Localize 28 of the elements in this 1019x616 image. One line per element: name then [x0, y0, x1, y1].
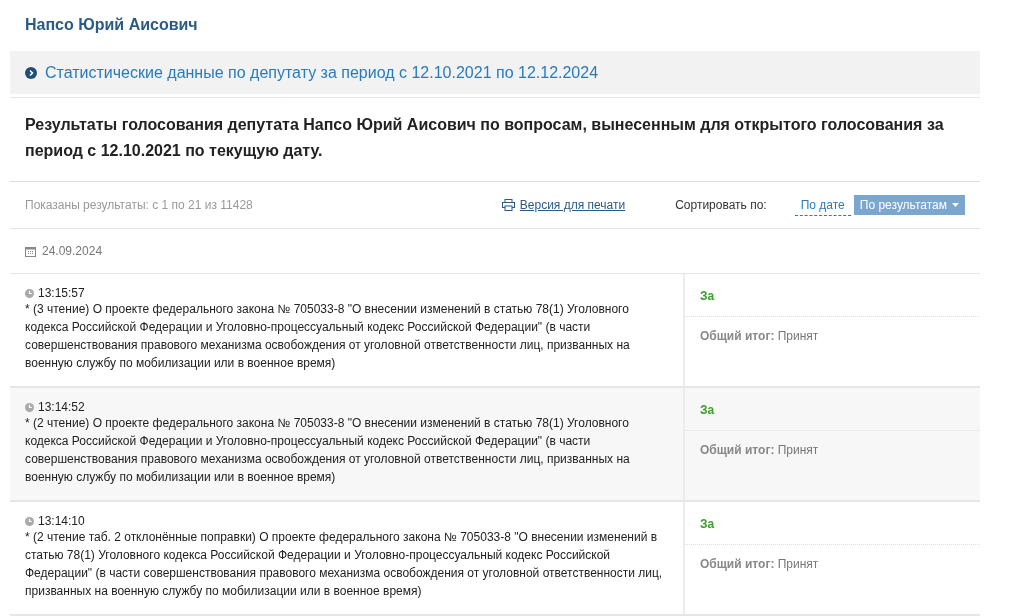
- printer-icon: [501, 199, 515, 211]
- bill-description: * (3 чтение) О проекте федерального закона № 705033-8 "О внесении изменений в статью 78(1) Уголовного кодекса Российской Федерации и Уголовно-процессуальный кодекс Российской Федерации" (в части совершенствования правового механизма освобождения от уголовной ответственности лиц, призванных на военную службу по мобилизации или в военное время): [25, 301, 631, 372]
- vote-time: 13:14:52: [38, 400, 85, 414]
- calendar-icon: [25, 245, 36, 257]
- vote-time: 13:14:10: [38, 514, 85, 528]
- sort-label: Сортировать по:: [675, 198, 767, 212]
- clock-icon: [25, 402, 34, 412]
- overall-result: Общий итог: Принят: [699, 556, 820, 573]
- vote-value: За: [700, 403, 715, 417]
- vote-date: 24.09.2024: [42, 244, 103, 258]
- clock-icon: [25, 288, 34, 298]
- overall-result: Общий итог: Принят: [699, 442, 820, 459]
- deputy-name: Напсо Юрий Аисович: [24, 15, 199, 35]
- vote-value: За: [700, 517, 715, 531]
- bill-description: * (2 чтение таб. 2 отклонённые поправки) О проекте федерального закона № 705033-8 "О внесении изменений в статью 78(1) Уголовного кодекса Российской Федерации и Уголовно-процессуальный кодекс Российской Федерации" (в части совершенствования правового механизма освобождения от уголовной ответственности лиц, призванных на военную службу по мобилизации или в военное время): [25, 529, 663, 600]
- overall-result: Общий итог: Принят: [699, 328, 820, 345]
- vote-value: За: [700, 289, 715, 303]
- vote-time: 13:15:57: [38, 286, 85, 300]
- sort-option[interactable]: По дате: [794, 194, 851, 216]
- sort-option[interactable]: По результатам: [853, 195, 965, 215]
- bill-description: * (2 чтение) О проекте федерального закона № 705033-8 "О внесении изменений в статью 78(1) Уголовного кодекса Российской Федерации и Уголовно-процессуальный кодекс Российской Федерации" (в части совершенствования правового механизма освобождения от уголовной ответственности лиц, призванных на военную службу по мобилизации или в военное время): [25, 415, 631, 486]
- chevron-circle-icon: [25, 66, 37, 79]
- results-heading: Результаты голосования депутата Напсо Юрий Аисович по вопросам, вынесенным для открытого голосования за период с 12.10.2021 по текущую дату.: [10, 97, 980, 182]
- print-link[interactable]: Версия для печати: [501, 198, 626, 212]
- results-count: Показаны результаты: с 1 по 21 из 11428: [25, 198, 254, 212]
- stats-link[interactable]: Статистические данные по депутату за период с 12.10.2021 по 12.12.2024: [45, 63, 599, 82]
- caret-icon: [952, 203, 959, 207]
- clock-icon: [25, 516, 34, 526]
